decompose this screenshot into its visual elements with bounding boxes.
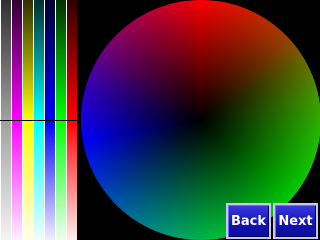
back-button[interactable]: Back xyxy=(226,203,271,239)
color-test-screen: Back Next xyxy=(0,0,320,240)
color-bars-panel xyxy=(0,0,78,240)
next-button[interactable]: Next xyxy=(273,203,318,239)
midline xyxy=(0,120,77,121)
